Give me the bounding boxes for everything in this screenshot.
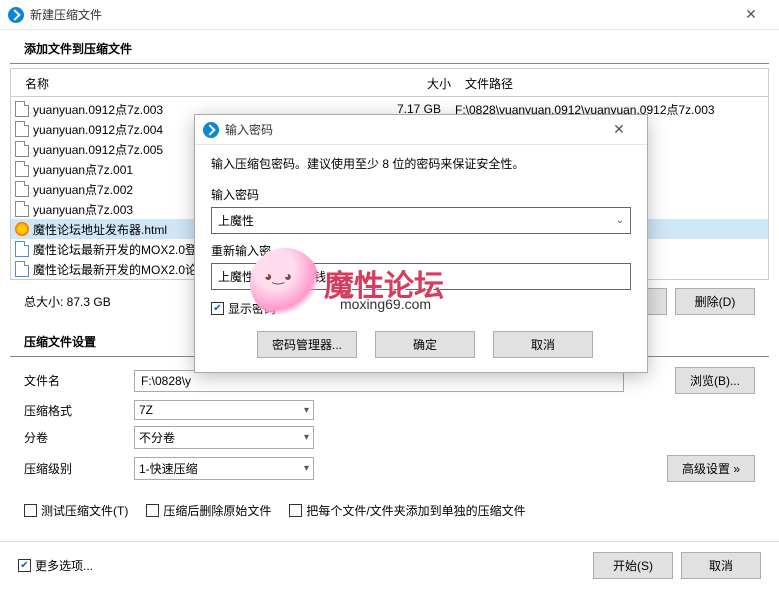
show-password-checkbox[interactable]: ✔显示密码 [211, 300, 631, 317]
password-dialog: 输入密码 ✕ 输入压缩包密码。建议使用至少 8 位的密码来保证安全性。 输入密码… [194, 114, 648, 373]
file-file-icon [15, 101, 29, 117]
window-titlebar: 新建压缩文件 ✕ [0, 0, 779, 30]
cancel-button[interactable]: 取消 [681, 552, 761, 579]
test-archive-checkbox[interactable]: 测试压缩文件(T) [24, 502, 128, 519]
delete-button[interactable]: 删除(D) [675, 288, 755, 315]
password-label: 输入密码 [211, 186, 631, 203]
format-label: 压缩格式 [24, 402, 134, 419]
file-name: yuanyuan.0912点7z.005 [33, 141, 163, 158]
file-table-header: 名称 大小 文件路径 [10, 68, 769, 96]
file-name: yuanyuan.0912点7z.004 [33, 121, 163, 138]
footer: ✔更多选项... 开始(S) 取消 [0, 541, 779, 593]
window-title: 新建压缩文件 [30, 6, 731, 23]
file-file-icon [15, 121, 29, 137]
col-size-header[interactable]: 大小 [395, 75, 465, 92]
app-icon [8, 7, 24, 23]
options-row: 测试压缩文件(T) 压缩后删除原始文件 把每个文件/文件夹添加到单独的压缩文件 [10, 496, 769, 525]
file-name: yuanyuan点7z.003 [33, 201, 133, 218]
volume-select[interactable]: 不分卷▾ [134, 426, 314, 449]
chevron-down-icon[interactable]: ⌄ [616, 215, 624, 226]
file-file-icon [15, 141, 29, 157]
txt-file-icon [15, 261, 29, 277]
filename-label: 文件名 [24, 372, 134, 389]
dialog-close-icon[interactable]: ✕ [599, 121, 639, 138]
dialog-cancel-button[interactable]: 取消 [493, 331, 593, 358]
format-select[interactable]: 7Z▾ [134, 400, 314, 420]
txt-file-icon [15, 241, 29, 257]
app-icon [203, 122, 219, 138]
col-path-header[interactable]: 文件路径 [465, 75, 754, 92]
password-confirm-input[interactable]: 上魔性论坛看片赚钱 [211, 263, 631, 290]
password-manager-button[interactable]: 密码管理器... [257, 331, 357, 358]
file-name: yuanyuan.0912点7z.003 [33, 101, 163, 118]
settings-form: 文件名 F:\0828\y 浏览(B)... 压缩格式 7Z▾ 分卷 不分卷▾ … [10, 357, 769, 492]
dialog-title: 输入密码 [225, 121, 599, 138]
level-select[interactable]: 1-快速压缩▾ [134, 457, 314, 480]
volume-label: 分卷 [24, 429, 134, 446]
start-button[interactable]: 开始(S) [593, 552, 673, 579]
file-file-icon [15, 181, 29, 197]
close-icon[interactable]: ✕ [731, 6, 771, 23]
advanced-button[interactable]: 高级设置 » [667, 455, 755, 482]
col-name-header[interactable]: 名称 [25, 75, 395, 92]
file-name: 魔性论坛最新开发的MOX2.0论 [33, 261, 197, 278]
ok-button[interactable]: 确定 [375, 331, 475, 358]
password-hint: 输入压缩包密码。建议使用至少 8 位的密码来保证安全性。 [211, 155, 631, 172]
html-file-icon [15, 222, 29, 236]
file-file-icon [15, 161, 29, 177]
file-name: 魔性论坛最新开发的MOX2.0登 [33, 241, 197, 258]
add-files-heading: 添加文件到压缩文件 [10, 30, 769, 64]
password-confirm-label: 重新输入密 [211, 242, 631, 259]
file-name: yuanyuan点7z.002 [33, 181, 133, 198]
chevron-down-icon: ▾ [304, 405, 309, 416]
file-name: yuanyuan点7z.001 [33, 161, 133, 178]
level-label: 压缩级别 [24, 460, 134, 477]
separate-archives-checkbox[interactable]: 把每个文件/文件夹添加到单独的压缩文件 [289, 502, 525, 519]
more-options-checkbox[interactable]: ✔更多选项... [18, 557, 93, 574]
file-file-icon [15, 201, 29, 217]
chevron-down-icon: ▾ [304, 432, 309, 443]
password-input[interactable]: 上魔性⌄ [211, 207, 631, 234]
delete-after-checkbox[interactable]: 压缩后删除原始文件 [146, 502, 271, 519]
file-name: 魔性论坛地址发布器.html [33, 221, 167, 238]
browse-button[interactable]: 浏览(B)... [675, 367, 755, 394]
chevron-down-icon: ▾ [304, 463, 309, 474]
